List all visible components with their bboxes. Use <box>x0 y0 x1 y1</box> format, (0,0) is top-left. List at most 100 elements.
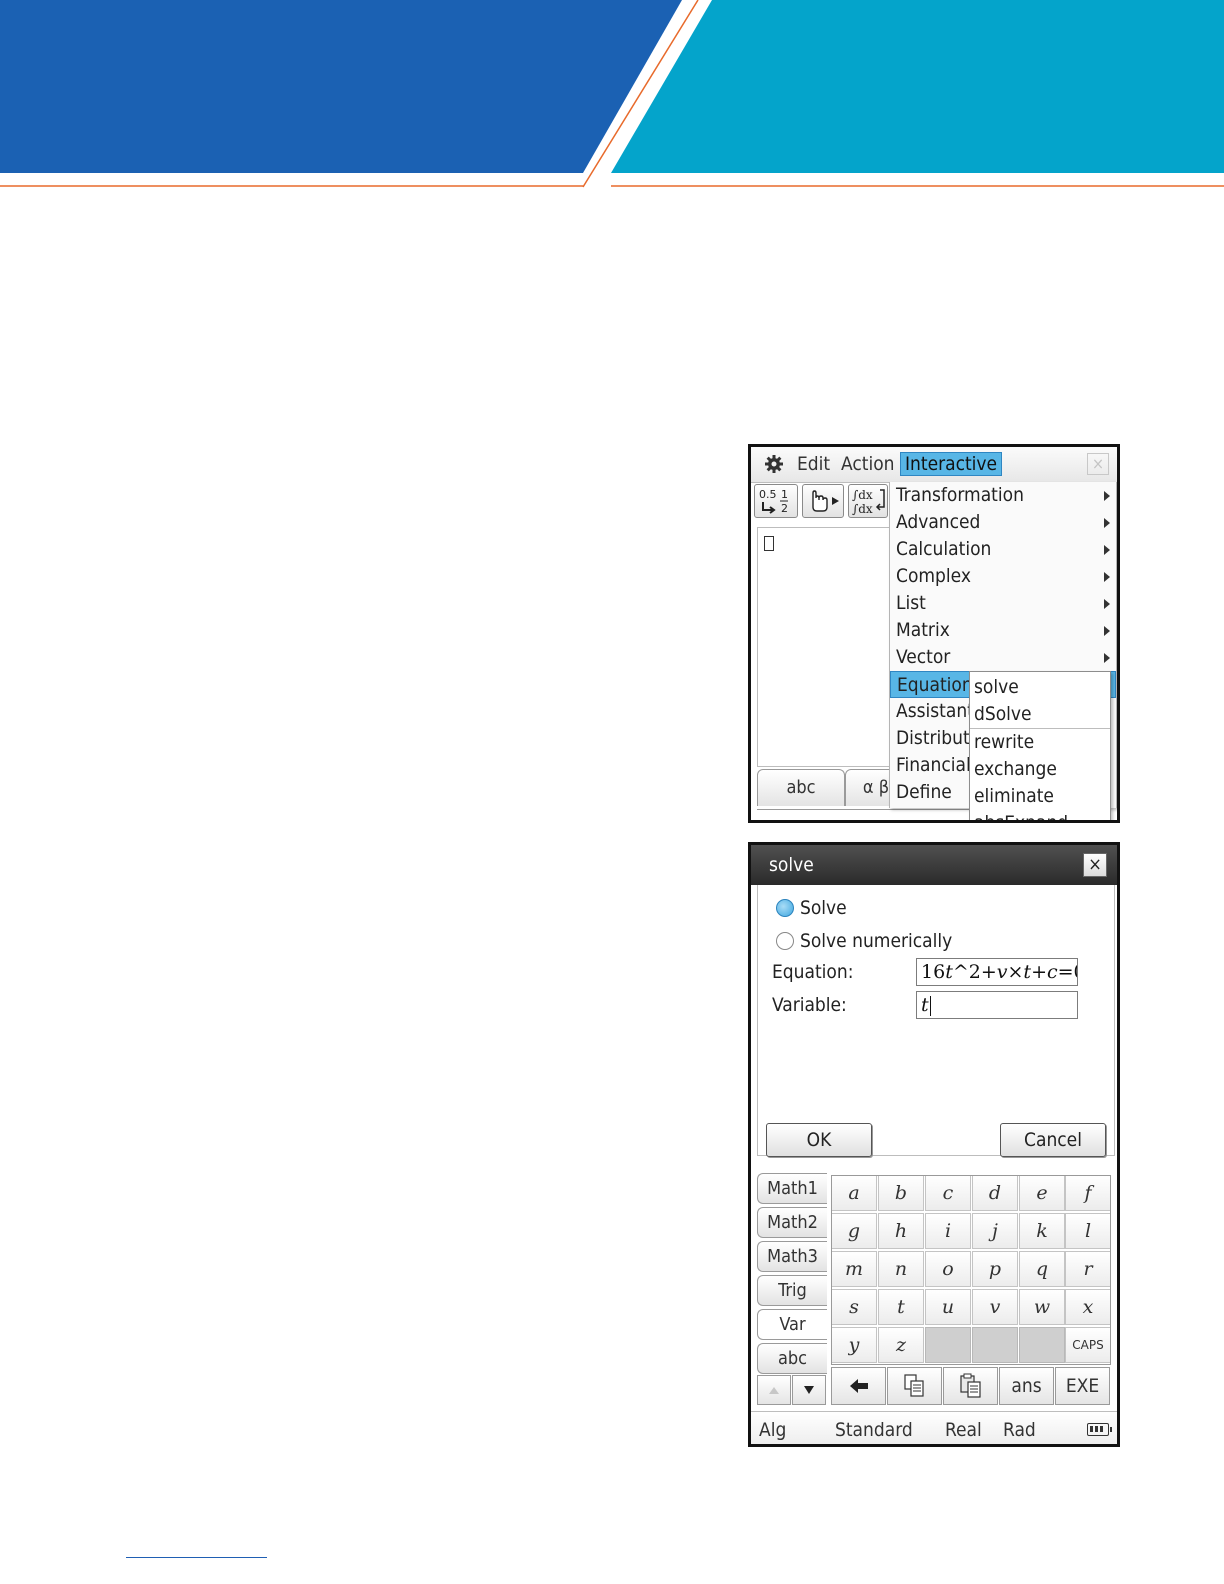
battery-icon <box>1087 1423 1112 1436</box>
main-work-area[interactable] <box>757 527 893 767</box>
menu-interactive[interactable]: Interactive <box>900 452 1003 476</box>
key-x[interactable]: x <box>1065 1289 1111 1325</box>
key-t[interactable]: t <box>878 1289 924 1325</box>
tab-math3[interactable]: Math3 <box>757 1241 827 1272</box>
tab-math1[interactable]: Math1 <box>757 1173 827 1204</box>
equation-field[interactable]: 16t^2+v×t+c=0 <box>916 958 1078 986</box>
equation-submenu: solve dSolve rewrite exchange eliminate … <box>969 671 1111 820</box>
scroll-up-button[interactable] <box>757 1375 791 1405</box>
keyboard-scroll-buttons <box>757 1375 827 1407</box>
key-b[interactable]: b <box>878 1175 924 1211</box>
key-j[interactable]: j <box>972 1213 1018 1249</box>
key-n[interactable]: n <box>878 1251 924 1287</box>
dialog-title-bar: solve × <box>751 845 1117 885</box>
submenu-arrow-icon <box>1104 491 1110 501</box>
submenu-item-dsolve[interactable]: dSolve <box>970 701 1110 728</box>
integral-format-button[interactable]: ∫dx ∫dx <box>848 484 888 518</box>
key-k[interactable]: k <box>1019 1213 1065 1249</box>
text-caret <box>929 996 931 1016</box>
radio-solve[interactable] <box>776 899 794 917</box>
variable-value: t <box>921 994 929 1016</box>
tab-var[interactable]: Var <box>757 1309 827 1340</box>
key-m[interactable]: m <box>831 1251 877 1287</box>
status-angle[interactable]: Rad <box>1003 1419 1036 1441</box>
submenu-item-exchange[interactable]: exchange <box>970 756 1110 783</box>
key-e[interactable]: e <box>1019 1175 1065 1211</box>
key-z[interactable]: z <box>878 1327 924 1363</box>
menu-item-vector[interactable]: Vector <box>890 644 1116 671</box>
tab-trig[interactable]: Trig <box>757 1275 827 1306</box>
menu-item-list[interactable]: List <box>890 590 1116 617</box>
key-u[interactable]: u <box>925 1289 971 1325</box>
copy-icon <box>904 1374 924 1397</box>
input-cursor-box <box>764 536 774 551</box>
tab-abc[interactable]: abc <box>757 1343 827 1374</box>
ans-button[interactable]: ans <box>999 1367 1054 1405</box>
menu-item-transformation[interactable]: Transformation <box>890 482 1116 509</box>
close-icon[interactable]: × <box>1083 853 1107 877</box>
key-r[interactable]: r <box>1065 1251 1111 1287</box>
submenu-item-solve[interactable]: solve <box>970 674 1110 701</box>
menu-item-label: Assistant <box>896 700 974 722</box>
key-a[interactable]: a <box>831 1175 877 1211</box>
paste-button[interactable] <box>943 1367 998 1405</box>
status-number[interactable]: Real <box>945 1419 982 1441</box>
menu-item-label: Transformation <box>896 484 1024 506</box>
pointer-run-button[interactable] <box>802 484 844 518</box>
key-d[interactable]: d <box>972 1175 1018 1211</box>
key-c[interactable]: c <box>925 1175 971 1211</box>
key-l[interactable]: l <box>1065 1213 1111 1249</box>
menu-action[interactable]: Action <box>841 453 895 475</box>
menu-item-complex[interactable]: Complex <box>890 563 1116 590</box>
menu-item-calculation[interactable]: Calculation <box>890 536 1116 563</box>
banner-left-panel <box>0 0 682 173</box>
key-y[interactable]: y <box>831 1327 877 1363</box>
scroll-down-button[interactable] <box>792 1375 826 1405</box>
footer-rule <box>126 1557 267 1558</box>
menu-item-label: Advanced <box>896 511 981 533</box>
submenu-item-rewrite[interactable]: rewrite <box>970 729 1110 756</box>
menu-item-advanced[interactable]: Advanced <box>890 509 1116 536</box>
tab-abc[interactable]: abc <box>757 769 845 806</box>
menu-item-label: Matrix <box>896 619 950 641</box>
status-mode[interactable]: Alg <box>759 1419 786 1441</box>
letter-keypad: a b c d e f g h i j k l m n o p q r s t … <box>831 1175 1111 1365</box>
integral-icon: ∫dx ∫dx <box>852 488 885 516</box>
fraction-decimal-toggle-button[interactable]: 0.5 1 2 <box>754 484 798 518</box>
radio-solve-numerically[interactable] <box>776 932 794 950</box>
fraction-decimal-icon: 0.5 1 2 <box>759 488 788 515</box>
copy-button[interactable] <box>887 1367 942 1405</box>
submenu-item-absexpand[interactable]: absExpand <box>970 810 1110 820</box>
radio-solve-label: Solve <box>800 897 847 919</box>
cancel-button[interactable]: Cancel <box>1000 1123 1106 1157</box>
exe-button[interactable]: EXE <box>1055 1367 1110 1405</box>
key-h[interactable]: h <box>878 1213 924 1249</box>
svg-text:0.5: 0.5 <box>759 488 777 501</box>
key-i[interactable]: i <box>925 1213 971 1249</box>
key-q[interactable]: q <box>1019 1251 1065 1287</box>
tab-math2[interactable]: Math2 <box>757 1207 827 1238</box>
close-icon[interactable]: × <box>1087 453 1109 475</box>
key-g[interactable]: g <box>831 1213 877 1249</box>
key-p[interactable]: p <box>972 1251 1018 1287</box>
menu-item-label: List <box>896 592 926 614</box>
ok-button[interactable]: OK <box>766 1123 872 1157</box>
hand-pointer-icon <box>812 490 839 512</box>
key-caps[interactable]: CAPS <box>1065 1327 1111 1363</box>
equation-label: Equation: <box>772 961 854 983</box>
key-w[interactable]: w <box>1019 1289 1065 1325</box>
dialog-body: Solve Solve numerically Equation: 16t^2+… <box>757 885 1115 1157</box>
key-v[interactable]: v <box>972 1289 1018 1325</box>
backspace-button[interactable] <box>831 1367 886 1405</box>
submenu-item-eliminate[interactable]: eliminate <box>970 783 1110 810</box>
status-format[interactable]: Standard <box>835 1419 913 1441</box>
variable-field[interactable]: t <box>916 991 1078 1019</box>
key-s[interactable]: s <box>831 1289 877 1325</box>
key-o[interactable]: o <box>925 1251 971 1287</box>
menu-edit[interactable]: Edit <box>797 453 830 475</box>
header-banner <box>0 0 1224 188</box>
menu-item-matrix[interactable]: Matrix <box>890 617 1116 644</box>
gear-icon[interactable] <box>765 455 783 473</box>
key-f[interactable]: f <box>1065 1175 1111 1211</box>
submenu-arrow-icon <box>1104 545 1110 555</box>
